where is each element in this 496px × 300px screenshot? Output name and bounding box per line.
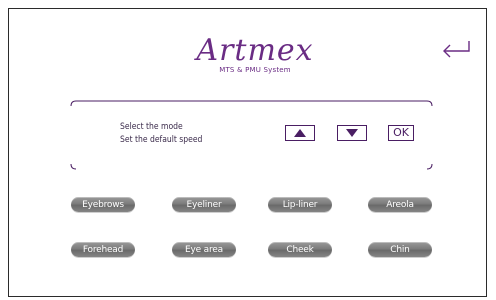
- mode-areola-button[interactable]: Areola: [368, 197, 432, 212]
- speed-up-button[interactable]: [285, 125, 315, 141]
- instruction-default-speed: Set the default speed: [120, 135, 203, 145]
- instruction-select-mode: Select the mode: [120, 122, 183, 132]
- mode-cheek-button[interactable]: Cheek: [268, 242, 332, 257]
- triangle-down-icon: [346, 129, 358, 137]
- panel-instructions: Select the mode Set the default speed: [120, 121, 202, 147]
- mode-eyeliner-button[interactable]: Eyeliner: [172, 197, 236, 212]
- mode-lip-liner-button[interactable]: Lip-liner: [268, 197, 332, 212]
- mode-chin-button[interactable]: Chin: [368, 242, 432, 257]
- return-arrow-icon: [443, 41, 470, 58]
- logo: Artmex MTS & PMU System: [190, 33, 320, 75]
- back-button[interactable]: [438, 38, 472, 64]
- mode-eye-area-button[interactable]: Eye area: [172, 242, 236, 257]
- ok-button[interactable]: OK: [388, 125, 414, 141]
- mode-forehead-button[interactable]: Forehead: [71, 242, 135, 257]
- speed-down-button[interactable]: [337, 125, 367, 141]
- mode-eyebrows-button[interactable]: Eyebrows: [71, 197, 135, 212]
- triangle-up-icon: [294, 129, 306, 137]
- logo-wordmark: Artmex: [196, 33, 314, 68]
- settings-panel: Select the mode Set the default speed: [70, 100, 433, 170]
